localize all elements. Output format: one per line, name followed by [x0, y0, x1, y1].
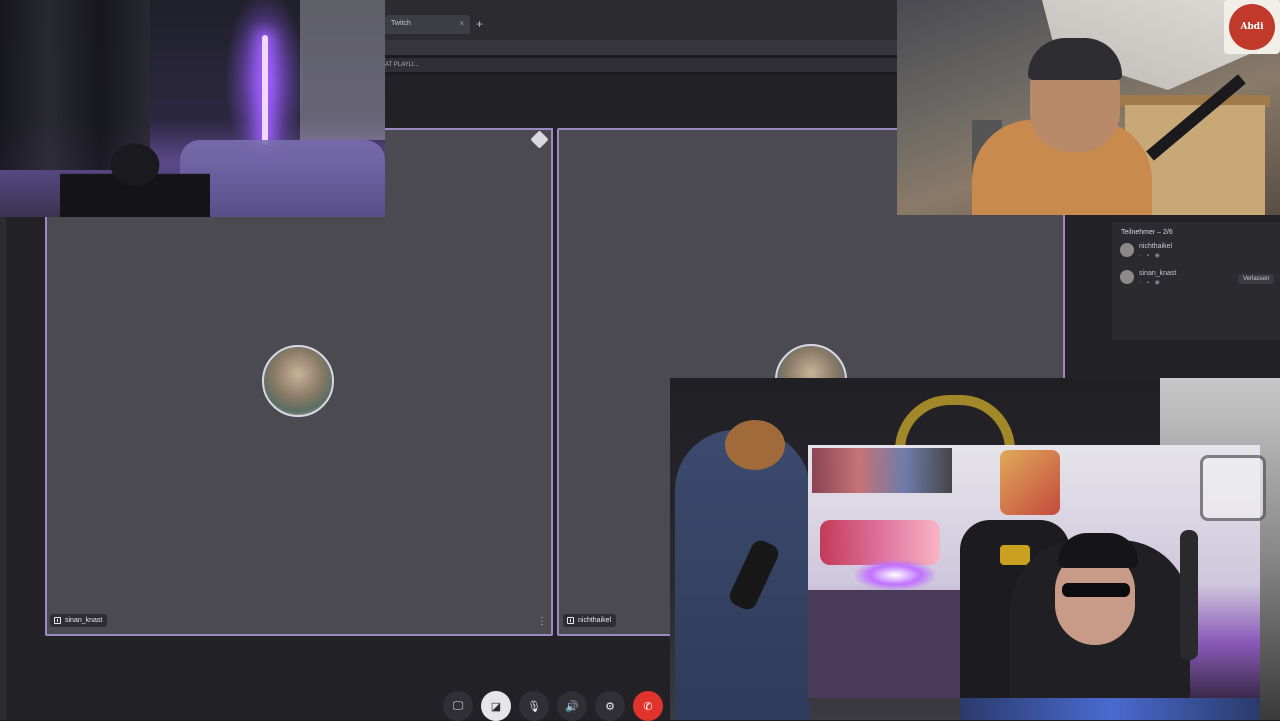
hang-up-button[interactable]: ✆ [633, 691, 663, 721]
bookmarks-bar: AT PLAYLI... [385, 58, 897, 72]
participant-name: nichthaikel [1139, 243, 1173, 250]
webcam-straw-hat [725, 420, 785, 470]
screen-share-icon: 🖵 [452, 699, 464, 712]
address-bar[interactable] [385, 40, 897, 55]
speaker-icon: 🔊 [565, 700, 579, 713]
browser-tab[interactable]: Twitch × [385, 15, 470, 34]
screen-share-button[interactable]: 🖵 [443, 691, 473, 721]
microphone-icon: 🎙 [527, 700, 541, 713]
chair-logo [1000, 545, 1030, 565]
left-sidebar-strip [0, 215, 6, 720]
webcam-cap [1058, 533, 1138, 568]
graffiti-tag [820, 520, 940, 565]
microphone-button[interactable]: 🎙 [519, 691, 549, 721]
rgb-keyboard [960, 698, 1260, 720]
speaker-button[interactable]: 🔊 [557, 691, 587, 721]
avatar [1120, 270, 1134, 284]
participant-row[interactable]: nichthaikel ◦ ▪ ◉ [1120, 243, 1172, 259]
webcam-wall [300, 0, 385, 140]
avatar-sinan [262, 345, 334, 417]
new-tab-button[interactable]: + [476, 17, 483, 31]
graffiti-outline [1200, 455, 1266, 521]
gear-icon: ⚙ [605, 700, 615, 713]
participant-status-icons: ◦ ▪ ◉ [1139, 253, 1162, 259]
leave-button[interactable]: Verlassen [1238, 274, 1275, 284]
browser-tab-label: Twitch [391, 20, 411, 27]
channel-logo-badge: Abdi [1229, 4, 1275, 50]
name-tag-nichthaikel: nichthaikel [563, 614, 617, 627]
participants-title: Teilnehmer – 2/6 [1121, 229, 1173, 236]
close-icon[interactable]: × [459, 19, 464, 28]
bookmark-item[interactable]: AT PLAYLI... [385, 62, 419, 68]
phone-hangup-icon: ✆ [643, 700, 653, 713]
webcam-couch [808, 590, 968, 698]
channel-logo: Abdi [1224, 0, 1280, 54]
studio-microphone [1180, 530, 1198, 660]
neon-light [262, 35, 268, 145]
camera-off-icon: ◪ [490, 700, 502, 713]
participant-row[interactable]: sinan_knast ◦ ▪ ◉ [1120, 270, 1176, 286]
avatar [1120, 243, 1134, 257]
participant-name: sinan_knast [1139, 270, 1177, 277]
camera-toggle-button[interactable]: ◪ [481, 691, 511, 721]
graffiti-canvas [812, 448, 952, 493]
twitch-icon [54, 617, 61, 624]
participant-status-icons: ◦ ▪ ◉ [1139, 280, 1162, 286]
tile-menu-icon[interactable]: ⋮ [537, 616, 547, 627]
video-tile-sinan-top [385, 128, 553, 218]
webcam-sofa [180, 140, 385, 217]
graffiti-letter [1000, 450, 1060, 515]
sunglasses [1062, 583, 1130, 597]
webcam-person [60, 120, 210, 217]
participant-name: nichthaikel [578, 617, 612, 624]
participant-name: sinan_knast [65, 617, 103, 624]
name-tag-sinan: sinan_knast [50, 614, 108, 627]
purple-light [855, 560, 935, 590]
settings-button[interactable]: ⚙ [595, 691, 625, 721]
twitch-icon [567, 617, 574, 624]
